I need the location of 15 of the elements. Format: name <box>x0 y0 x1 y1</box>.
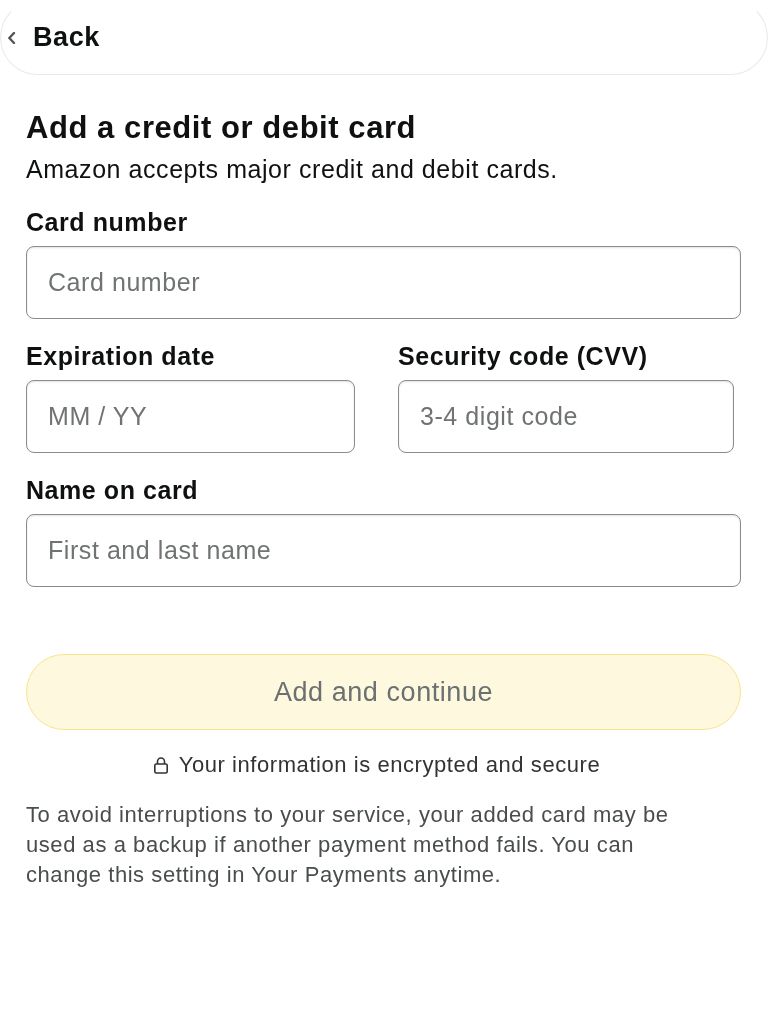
security-note: Your information is encrypted and secure <box>178 751 601 779</box>
lock-icon <box>152 756 169 774</box>
back-button[interactable]: Back <box>5 16 106 59</box>
field-label: Security code (CVV) <box>398 341 649 371</box>
input-field[interactable]: 3-4 digit code <box>398 380 734 453</box>
chevron-left-icon <box>7 31 16 44</box>
field-label: Expiration date <box>26 341 216 371</box>
page-heading: Add a credit or debit card <box>26 110 418 146</box>
input-field[interactable]: First and last name <box>26 514 741 587</box>
backup-card-notice: To avoid interruptions to your service, your added card may be used as a backup if another payment method fails. You can change this setting in Your Payments anytime. <box>26 801 670 889</box>
input-field[interactable]: MM / YY <box>26 380 355 453</box>
page-subtitle: Amazon accepts major credit and debit cards. <box>26 154 559 185</box>
field-label: Name on card <box>26 475 200 505</box>
input-field[interactable]: Card number <box>26 246 741 319</box>
field-label: Card number <box>26 207 189 237</box>
